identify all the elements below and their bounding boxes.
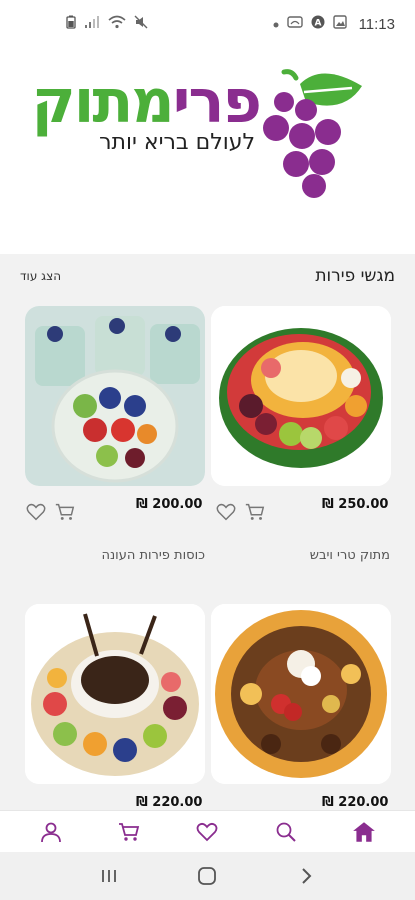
cart-icon[interactable] (54, 501, 76, 523)
system-nav-bar (0, 852, 415, 900)
mute-icon (134, 15, 148, 33)
section-header: מגשי פירות הצג עוד (20, 264, 395, 288)
wifi-icon (108, 15, 126, 33)
status-bar: A 11:13 (0, 0, 415, 48)
nav-search[interactable] (266, 814, 306, 850)
heart-icon[interactable] (25, 501, 47, 523)
fruit-platter-image (211, 306, 391, 486)
show-more-link[interactable]: הצג עוד (20, 269, 61, 283)
product-image[interactable] (25, 604, 205, 784)
nav-favorites[interactable] (187, 814, 227, 850)
status-time: 11:13 (358, 15, 395, 33)
home-circle-icon (198, 867, 217, 885)
product-image[interactable] (211, 306, 391, 486)
cart-icon (119, 822, 140, 841)
bottom-nav (0, 810, 415, 852)
cart-icon[interactable] (244, 501, 266, 523)
chocolate-fruit-platter-image (25, 604, 205, 784)
brand-tagline: לעולם בריא יותר (99, 130, 255, 155)
section-title: מגשי פירות (315, 266, 395, 286)
dot-icon (273, 17, 279, 32)
image-icon (332, 15, 347, 33)
home-button[interactable] (189, 858, 225, 894)
dried-fruit-platter-image (211, 604, 391, 784)
fruit-cups-image (25, 306, 205, 486)
app-header: פרימתוק לעולם בריא יותר (0, 48, 415, 254)
product-image[interactable] (211, 604, 391, 784)
status-right: A 11:13 (273, 15, 395, 33)
brand-logo-text: פרימתוק (31, 66, 262, 138)
heart-icon (197, 822, 218, 841)
heart-icon[interactable] (215, 501, 237, 523)
svg-text:A: A (314, 19, 321, 29)
home-icon (353, 821, 375, 842)
logo-part-1: פרי (172, 67, 262, 137)
logo-part-2: מתוק (31, 67, 175, 137)
user-icon (41, 822, 61, 842)
recent-apps-button[interactable] (91, 858, 127, 894)
recent-apps-icon (102, 870, 117, 882)
product-image[interactable] (25, 306, 205, 486)
battery-icon (66, 15, 76, 33)
back-button[interactable] (288, 858, 324, 894)
product-price: 220.00 ₪ (322, 795, 389, 810)
product-name[interactable]: כוסות פירות העונה (25, 548, 205, 563)
status-left (66, 15, 148, 33)
signal-icon (84, 15, 100, 33)
nav-cart[interactable] (109, 814, 149, 850)
cast-icon (286, 16, 303, 32)
nav-profile[interactable] (31, 814, 71, 850)
a-icon: A (311, 15, 325, 33)
back-chevron-icon (302, 868, 312, 884)
search-icon (276, 822, 296, 842)
product-name[interactable]: מתוק טרי ויבש (230, 548, 390, 563)
product-price: 250.00 ₪ (322, 497, 389, 512)
nav-home[interactable] (344, 814, 384, 850)
main-content: מגשי פירות הצג עוד 250.00 ₪ 200.00 ₪ מתו… (0, 254, 415, 810)
grapes-logo-icon (263, 69, 362, 198)
product-price: 200.00 ₪ (136, 497, 203, 512)
product-price: 220.00 ₪ (136, 795, 203, 810)
